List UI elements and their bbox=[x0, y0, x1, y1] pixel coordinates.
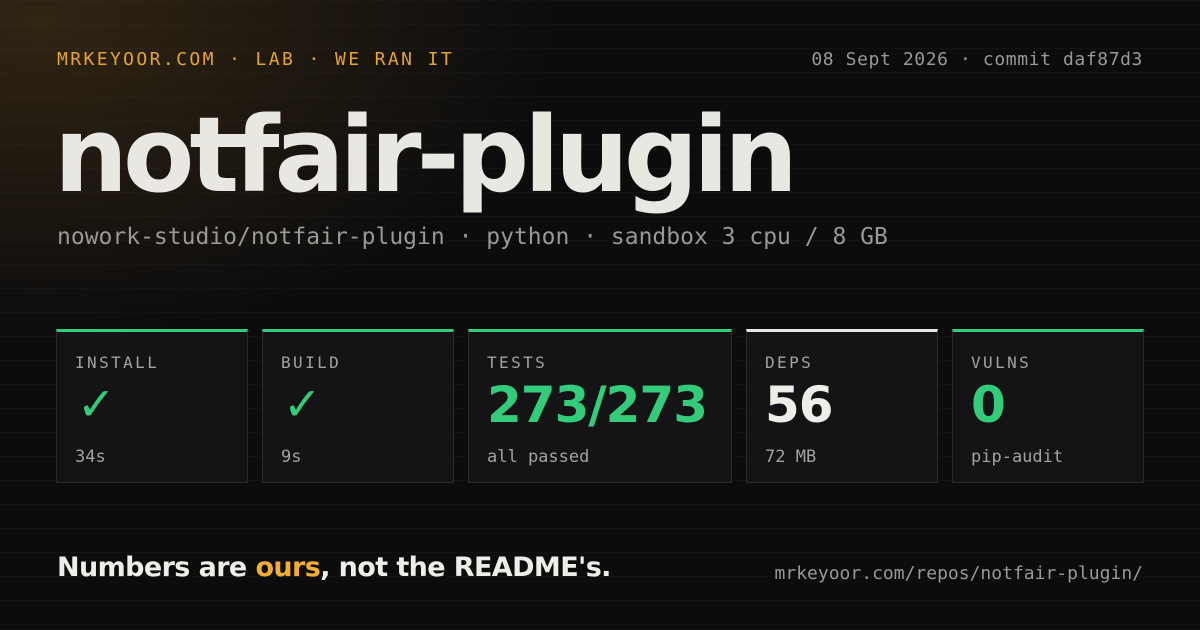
tagline: Numbers are ours, not the README's. bbox=[57, 552, 611, 583]
vulns-tool: pip-audit bbox=[971, 447, 1064, 467]
install-label: INSTALL bbox=[75, 353, 160, 372]
install-duration: 34s bbox=[75, 447, 106, 467]
install-card: INSTALL ✓ 34s bbox=[56, 329, 248, 483]
deps-card: DEPS 56 72 MB bbox=[746, 329, 938, 483]
tagline-accent: ours bbox=[255, 552, 321, 583]
og-card: MRKEYOOR.COM · LAB · WE RAN IT 08 Sept 2… bbox=[0, 0, 1200, 630]
install-check-icon: ✓ bbox=[77, 377, 116, 431]
deps-size: 72 MB bbox=[765, 447, 817, 467]
tests-value: 273/273 bbox=[487, 376, 708, 434]
build-label: BUILD bbox=[281, 353, 342, 372]
tests-summary: all passed bbox=[487, 447, 590, 467]
vulns-label: VULNS bbox=[971, 353, 1032, 372]
deps-label: DEPS bbox=[765, 353, 814, 372]
build-duration: 9s bbox=[281, 447, 302, 467]
date-commit-meta: 08 Sept 2026 · commit daf87d3 bbox=[811, 49, 1143, 70]
site-kicker: MRKEYOOR.COM · LAB · WE RAN IT bbox=[57, 49, 455, 70]
vulns-card: VULNS 0 pip-audit bbox=[952, 329, 1144, 483]
vulns-value: 0 bbox=[971, 376, 1006, 434]
build-card: BUILD ✓ 9s bbox=[262, 329, 454, 483]
tests-label: TESTS bbox=[487, 353, 548, 372]
tests-card: TESTS 273/273 all passed bbox=[468, 329, 732, 483]
tagline-before: Numbers are bbox=[57, 552, 256, 583]
repo-url-link[interactable]: mrkeyoor.com/repos/notfair-plugin/ bbox=[775, 563, 1143, 584]
tagline-after: , not the README's. bbox=[320, 552, 611, 583]
repo-subline: nowork-studio/notfair-plugin · python · … bbox=[57, 224, 888, 250]
repo-title: notfair-plugin bbox=[54, 94, 798, 216]
deps-value: 56 bbox=[765, 376, 834, 434]
build-check-icon: ✓ bbox=[283, 377, 322, 431]
